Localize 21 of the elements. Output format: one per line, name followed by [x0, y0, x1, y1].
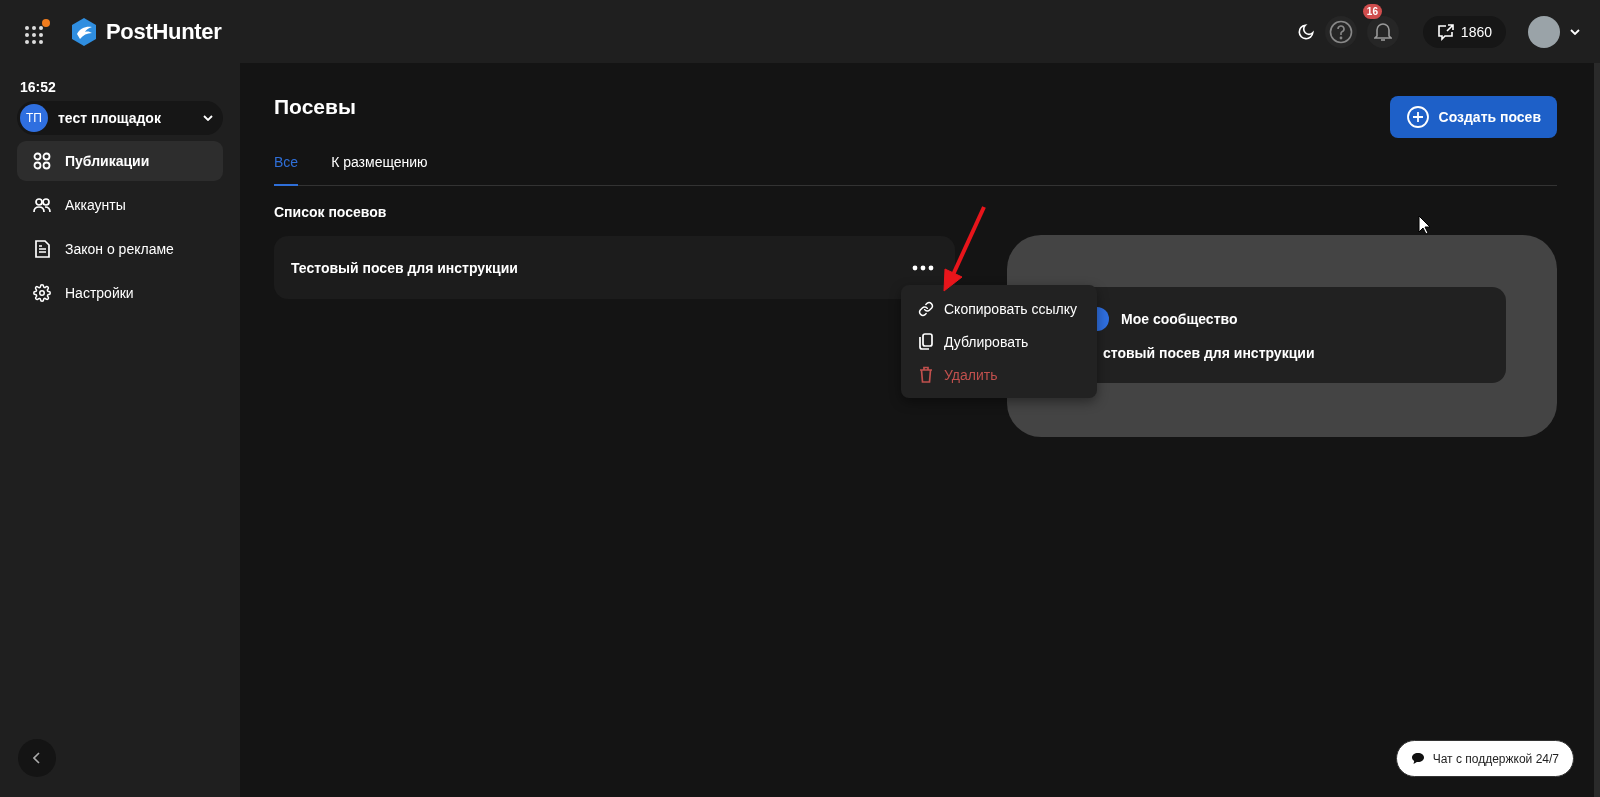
- sidebar-item[interactable]: Аккаунты: [17, 185, 223, 225]
- create-button[interactable]: Создать посев: [1389, 96, 1557, 138]
- support-chat-button[interactable]: Чат с поддержкой 24/7: [1395, 740, 1574, 777]
- sidebar-item[interactable]: Публикации: [17, 141, 223, 181]
- clock-time: 16:52: [20, 79, 57, 95]
- sidebar-item[interactable]: Настройки: [17, 273, 223, 313]
- menu-item[interactable]: Скопировать ссылку: [901, 292, 1097, 325]
- page-title: Посевы: [274, 94, 356, 119]
- sidebar-item[interactable]: Закон о рекламе: [17, 229, 223, 269]
- section-title: Список посевов: [274, 204, 388, 220]
- menu-item[interactable]: Дублировать: [901, 325, 1097, 358]
- preview-text: стовый посев для инструкции: [1103, 345, 1316, 361]
- tab[interactable]: К размещению: [331, 148, 428, 186]
- post-title: Тестовый посев для инструкции: [291, 259, 518, 276]
- balance-button[interactable]: 1860: [1422, 15, 1506, 48]
- workspace-avatar: ТП: [20, 104, 48, 132]
- logo-text: PostHunter: [106, 18, 222, 45]
- tab[interactable]: Все: [274, 148, 299, 186]
- workspace-selector[interactable]: ТП тест площадок: [17, 101, 223, 135]
- community-name: Мое сообщество: [1121, 311, 1238, 327]
- notification-count-badge: 16: [1362, 3, 1382, 19]
